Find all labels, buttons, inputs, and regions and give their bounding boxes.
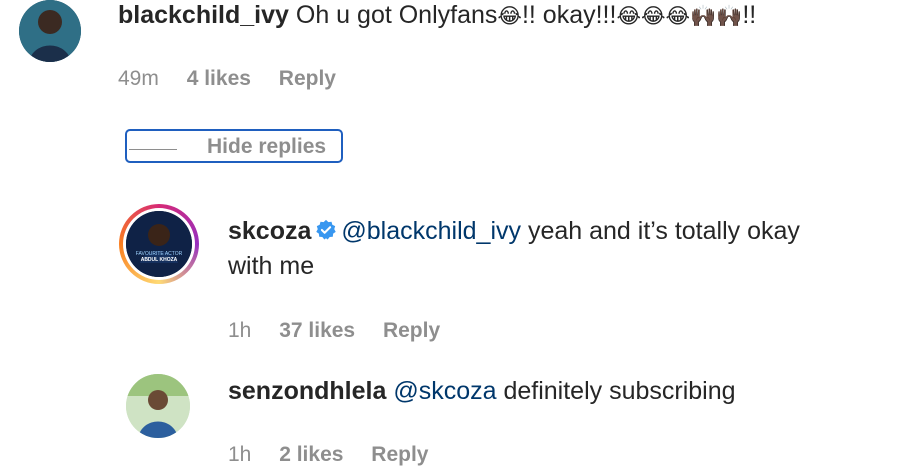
laughing-emoji-icon: 😂 [497, 4, 522, 28]
avatar-photo [19, 0, 81, 62]
verified-badge-icon [316, 219, 337, 240]
comment-text-mid: !! okay!!! [521, 1, 617, 29]
comment-text-end: !! [742, 1, 757, 29]
reply-body: skcoza @blackchild_ivy yeah and it’s tot… [228, 214, 898, 284]
avatar-photo [126, 211, 192, 277]
reply-reply-button[interactable]: Reply [383, 319, 440, 342]
reply-text-line-2: with me [228, 252, 315, 280]
story-ring-avatar[interactable]: FAVOURITE ACTOR ABDUL KHOZA [119, 204, 199, 284]
avatar-photo [126, 374, 190, 438]
avatar-caption-line-2: ABDUL KHOZA [140, 257, 178, 263]
comment-time[interactable]: 49m [118, 67, 159, 90]
reply-username[interactable]: skcoza [228, 217, 311, 245]
reply-time[interactable]: 1h [228, 319, 251, 342]
emoji-group-icon: 😂😂😂🙌🏿🙌🏿 [616, 4, 743, 28]
reply-time[interactable]: 1h [228, 443, 251, 466]
comment-meta: 49m 4 likes Reply [118, 67, 358, 91]
reply-mention[interactable]: @blackchild_ivy [341, 217, 521, 245]
reply-likes[interactable]: 2 likes [279, 443, 343, 466]
comment-text-start: Oh u got Onlyfans [295, 1, 498, 29]
reply-mention[interactable]: @skcoza [393, 377, 496, 405]
reply-likes[interactable]: 37 likes [279, 319, 355, 342]
comment-reply-button[interactable]: Reply [279, 67, 336, 90]
reply-meta: 1h 37 likes Reply [228, 319, 462, 343]
hide-replies-label: Hide replies [207, 135, 327, 158]
reply-username[interactable]: senzondhlela [228, 377, 386, 405]
reply-text-line-1: yeah and it’s totally okay [527, 217, 800, 245]
reply-meta: 1h 2 likes Reply [228, 443, 450, 467]
reply-text: definitely subscribing [503, 377, 736, 405]
avatar-ring-gap: FAVOURITE ACTOR ABDUL KHOZA [123, 208, 195, 280]
reply-body: senzondhlela @skcoza definitely subscrib… [228, 374, 898, 409]
comment-likes[interactable]: 4 likes [187, 67, 251, 90]
hide-replies-button[interactable]: Hide replies [125, 129, 343, 163]
replies-divider-line [129, 149, 177, 150]
avatar[interactable] [126, 374, 190, 438]
avatar[interactable] [19, 0, 81, 62]
reply-reply-button[interactable]: Reply [371, 443, 428, 466]
comment-username[interactable]: blackchild_ivy [118, 1, 289, 29]
comment-body: blackchild_ivy Oh u got Onlyfans😂!! okay… [118, 0, 898, 34]
avatar: FAVOURITE ACTOR ABDUL KHOZA [126, 211, 192, 277]
